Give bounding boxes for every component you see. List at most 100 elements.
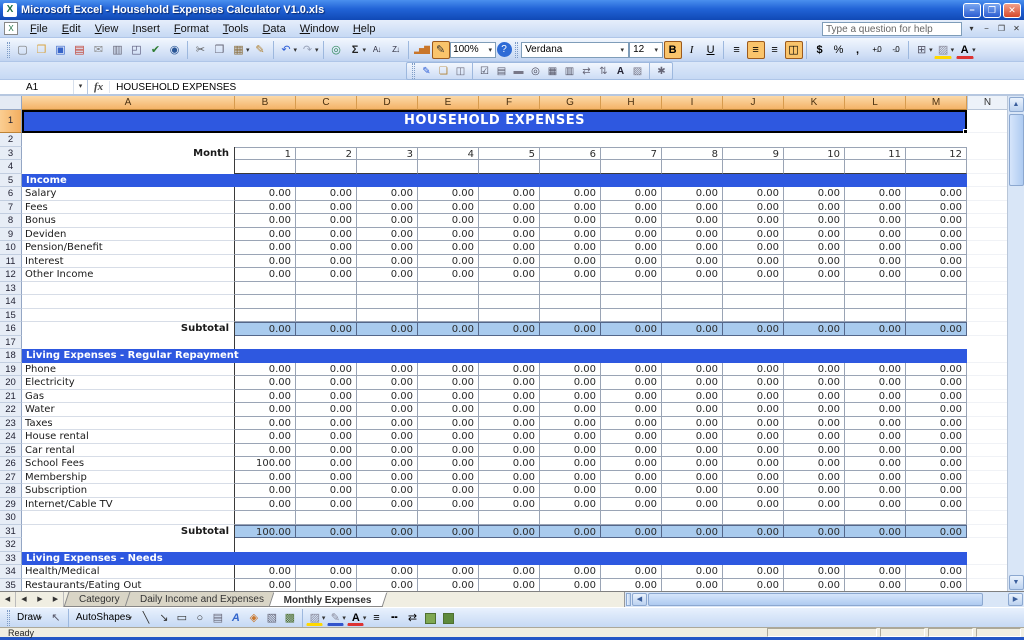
cell-B7[interactable]: 0.00 xyxy=(235,201,296,215)
cell-G34[interactable]: 0.00 xyxy=(540,565,601,579)
cell-F20[interactable]: 0.00 xyxy=(479,376,540,390)
cell-I10[interactable]: 0.00 xyxy=(662,241,723,255)
cell-D11[interactable]: 0.00 xyxy=(357,255,418,269)
help-dropdown-icon[interactable]: ▾ xyxy=(965,23,978,35)
sort-ascending-icon[interactable]: A↓ xyxy=(368,41,386,59)
align-center-button[interactable]: ≡ xyxy=(747,41,765,59)
cell-M11[interactable]: 0.00 xyxy=(906,255,967,269)
cell-D28[interactable]: 0.00 xyxy=(357,484,418,498)
drawing-toolbar-grip[interactable] xyxy=(7,610,10,626)
cell-D35[interactable]: 0.00 xyxy=(357,579,418,592)
cell-G15[interactable] xyxy=(540,309,601,323)
cell-J29[interactable]: 0.00 xyxy=(723,498,784,512)
row-header-19[interactable]: 19 xyxy=(0,363,22,377)
cell-J3[interactable]: 9 xyxy=(723,147,784,161)
cell-C7[interactable]: 0.00 xyxy=(296,201,357,215)
cell-B15[interactable] xyxy=(235,309,296,323)
cell-I9[interactable]: 0.00 xyxy=(662,228,723,242)
cell-E6[interactable]: 0.00 xyxy=(418,187,479,201)
row-header-8[interactable]: 8 xyxy=(0,214,22,228)
cell-I16[interactable]: 0.00 xyxy=(662,322,723,336)
cell-B28[interactable]: 0.00 xyxy=(235,484,296,498)
cell-H16[interactable]: 0.00 xyxy=(601,322,662,336)
row-header-26[interactable]: 26 xyxy=(0,457,22,471)
cell-K30[interactable] xyxy=(784,511,845,525)
cell-I15[interactable] xyxy=(662,309,723,323)
align-left-button[interactable]: ≡ xyxy=(728,41,746,59)
cell-G27[interactable]: 0.00 xyxy=(540,471,601,485)
fill-color-tool-dropdown-icon[interactable]: ▾ xyxy=(322,614,326,622)
row-header-29[interactable]: 29 xyxy=(0,498,22,512)
cell-N9[interactable] xyxy=(967,228,1007,242)
cell-F25[interactable]: 0.00 xyxy=(479,444,540,458)
cell-E28[interactable]: 0.00 xyxy=(418,484,479,498)
line-tool-icon[interactable]: ╲ xyxy=(137,610,154,626)
cell-M13[interactable] xyxy=(906,282,967,296)
horizontal-scrollbar[interactable]: ◀ ▶ xyxy=(624,592,1024,607)
cell-D25[interactable]: 0.00 xyxy=(357,444,418,458)
cell-C35[interactable]: 0.00 xyxy=(296,579,357,592)
cell-A11[interactable]: Interest xyxy=(22,255,235,269)
cell-B11[interactable]: 0.00 xyxy=(235,255,296,269)
cell-E15[interactable] xyxy=(418,309,479,323)
cell-G35[interactable]: 0.00 xyxy=(540,579,601,592)
cell-E21[interactable]: 0.00 xyxy=(418,390,479,404)
cell-N5[interactable] xyxy=(967,174,1007,188)
cell-I21[interactable]: 0.00 xyxy=(662,390,723,404)
cell-H14[interactable] xyxy=(601,295,662,309)
cell-H35[interactable]: 0.00 xyxy=(601,579,662,592)
cell-H4[interactable] xyxy=(601,160,662,174)
cell-C20[interactable]: 0.00 xyxy=(296,376,357,390)
column-header-A[interactable]: A xyxy=(22,96,235,110)
cell-N31[interactable] xyxy=(967,525,1007,539)
cell-F27[interactable]: 0.00 xyxy=(479,471,540,485)
line-style-icon[interactable]: ≡ xyxy=(368,610,385,626)
row-header-14[interactable]: 14 xyxy=(0,295,22,309)
cell-E3[interactable]: 4 xyxy=(418,147,479,161)
cell-K19[interactable]: 0.00 xyxy=(784,363,845,377)
open-icon[interactable]: ❒ xyxy=(33,41,51,59)
row-header-5[interactable]: 5 xyxy=(0,174,22,188)
redo-dropdown-icon[interactable]: ▾ xyxy=(315,46,319,54)
cell-C29[interactable]: 0.00 xyxy=(296,498,357,512)
column-header-F[interactable]: F xyxy=(479,96,540,110)
line-color-tool-icon[interactable]: ✎ xyxy=(327,610,344,626)
insert-picture-icon[interactable]: ▩ xyxy=(281,610,298,626)
cell-I12[interactable]: 0.00 xyxy=(662,268,723,282)
option-button-icon[interactable]: ◎ xyxy=(528,64,544,79)
menu-data[interactable]: Data xyxy=(255,22,292,36)
cell-F10[interactable]: 0.00 xyxy=(479,241,540,255)
cell-N12[interactable] xyxy=(967,268,1007,282)
cell-M9[interactable]: 0.00 xyxy=(906,228,967,242)
cell-C25[interactable]: 0.00 xyxy=(296,444,357,458)
cell-B35[interactable]: 0.00 xyxy=(235,579,296,592)
cell-H15[interactable] xyxy=(601,309,662,323)
cell-G10[interactable]: 0.00 xyxy=(540,241,601,255)
cell-D10[interactable]: 0.00 xyxy=(357,241,418,255)
cell-I29[interactable]: 0.00 xyxy=(662,498,723,512)
cell-B16[interactable]: 0.00 xyxy=(235,322,296,336)
cell-N29[interactable] xyxy=(967,498,1007,512)
sort-descending-icon[interactable]: Z↓ xyxy=(387,41,405,59)
diagram-icon[interactable]: ◈ xyxy=(245,610,262,626)
more-controls-icon[interactable]: ✱ xyxy=(654,64,670,79)
cell-M22[interactable]: 0.00 xyxy=(906,403,967,417)
cell-H19[interactable]: 0.00 xyxy=(601,363,662,377)
cell-E20[interactable]: 0.00 xyxy=(418,376,479,390)
fill-handle[interactable] xyxy=(963,129,968,134)
cell-K24[interactable]: 0.00 xyxy=(784,430,845,444)
row-header-21[interactable]: 21 xyxy=(0,390,22,404)
cell-E22[interactable]: 0.00 xyxy=(418,403,479,417)
cell-L6[interactable]: 0.00 xyxy=(845,187,906,201)
menu-file[interactable]: File xyxy=(23,22,55,36)
cell-A12[interactable]: Other Income xyxy=(22,268,235,282)
cell-C6[interactable]: 0.00 xyxy=(296,187,357,201)
cell-A4[interactable] xyxy=(22,160,235,174)
cell-G12[interactable]: 0.00 xyxy=(540,268,601,282)
arrow-style-icon[interactable]: ⇄ xyxy=(404,610,421,626)
row-header-10[interactable]: 10 xyxy=(0,241,22,255)
cell-J26[interactable]: 0.00 xyxy=(723,457,784,471)
cell-N3[interactable] xyxy=(967,147,1007,161)
checkbox-control-icon[interactable]: ☑ xyxy=(477,64,493,79)
cell-C10[interactable]: 0.00 xyxy=(296,241,357,255)
